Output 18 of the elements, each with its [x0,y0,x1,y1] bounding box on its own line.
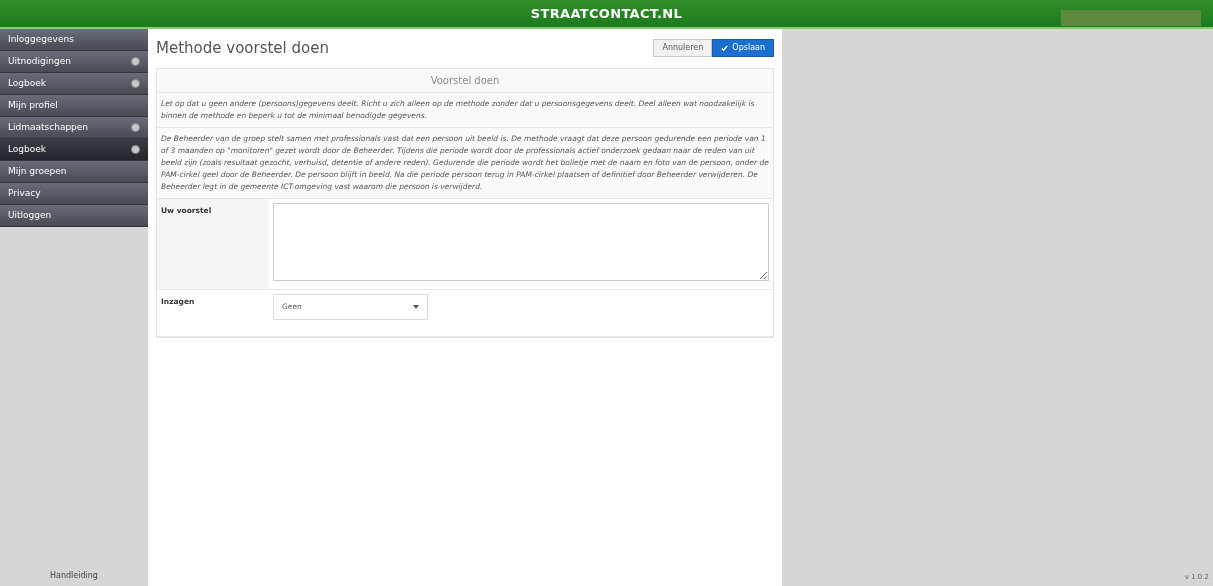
save-button[interactable]: Opslaan [712,39,774,58]
caret-icon [413,304,419,309]
section-heading: Voorstel doen [157,68,773,93]
sidebar-item[interactable]: Uitloggen [0,205,148,227]
check-icon [721,44,729,52]
cancel-button[interactable]: Annuleren [653,39,713,58]
proposal-field[interactable] [273,202,769,281]
sidebar-item[interactable]: Logboek [0,73,148,95]
site-title: STRAATCONTACT.NL [530,4,683,23]
sidebar-item[interactable]: Logboek [0,139,148,161]
manual-link[interactable]: Handleiding [50,570,98,582]
sidebar-item[interactable]: Mijn profiel [0,95,148,117]
sidebar-item[interactable]: Uitnodigingen [0,51,148,73]
page-title: Methode voorstel doen [156,38,329,59]
sidebar-item[interactable]: Lidmaatschappen [0,117,148,139]
sidebar-item[interactable]: Privacy [0,183,148,205]
sidebar-item[interactable]: Mijn groepen [0,161,148,183]
sidebar-item[interactable]: Inloggegevens [0,29,148,51]
